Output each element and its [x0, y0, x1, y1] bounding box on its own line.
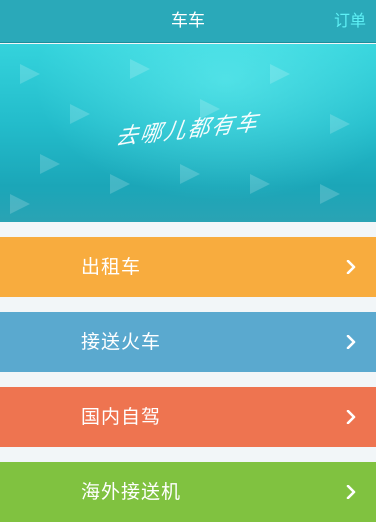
chevron-right-icon [346, 260, 356, 274]
menu-item-label: 出租车 [81, 256, 142, 278]
menu-item-label: 国内自驾 [81, 406, 162, 428]
page-title: 车车 [171, 11, 205, 31]
menu-item-label: 海外接送机 [81, 481, 182, 503]
top-navigation-bar: 车车 订单 [0, 0, 376, 43]
app-screen: 车车 订单 去哪儿都有车 出租车 接送火车 国内自驾 海外接送机 [0, 0, 376, 522]
chevron-right-icon [346, 335, 356, 349]
menu-item-train-transfer[interactable]: 接送火车 [0, 312, 376, 372]
orders-button[interactable]: 订单 [334, 0, 366, 43]
menu-item-label: 接送火车 [81, 331, 162, 353]
menu-item-overseas-airport-transfer[interactable]: 海外接送机 [0, 462, 376, 522]
chevron-right-icon [346, 410, 356, 424]
menu-item-domestic-self-drive[interactable]: 国内自驾 [0, 387, 376, 447]
chevron-right-icon [346, 485, 356, 499]
hero-banner: 去哪儿都有车 [0, 44, 376, 222]
menu-item-taxi[interactable]: 出租车 [0, 237, 376, 297]
